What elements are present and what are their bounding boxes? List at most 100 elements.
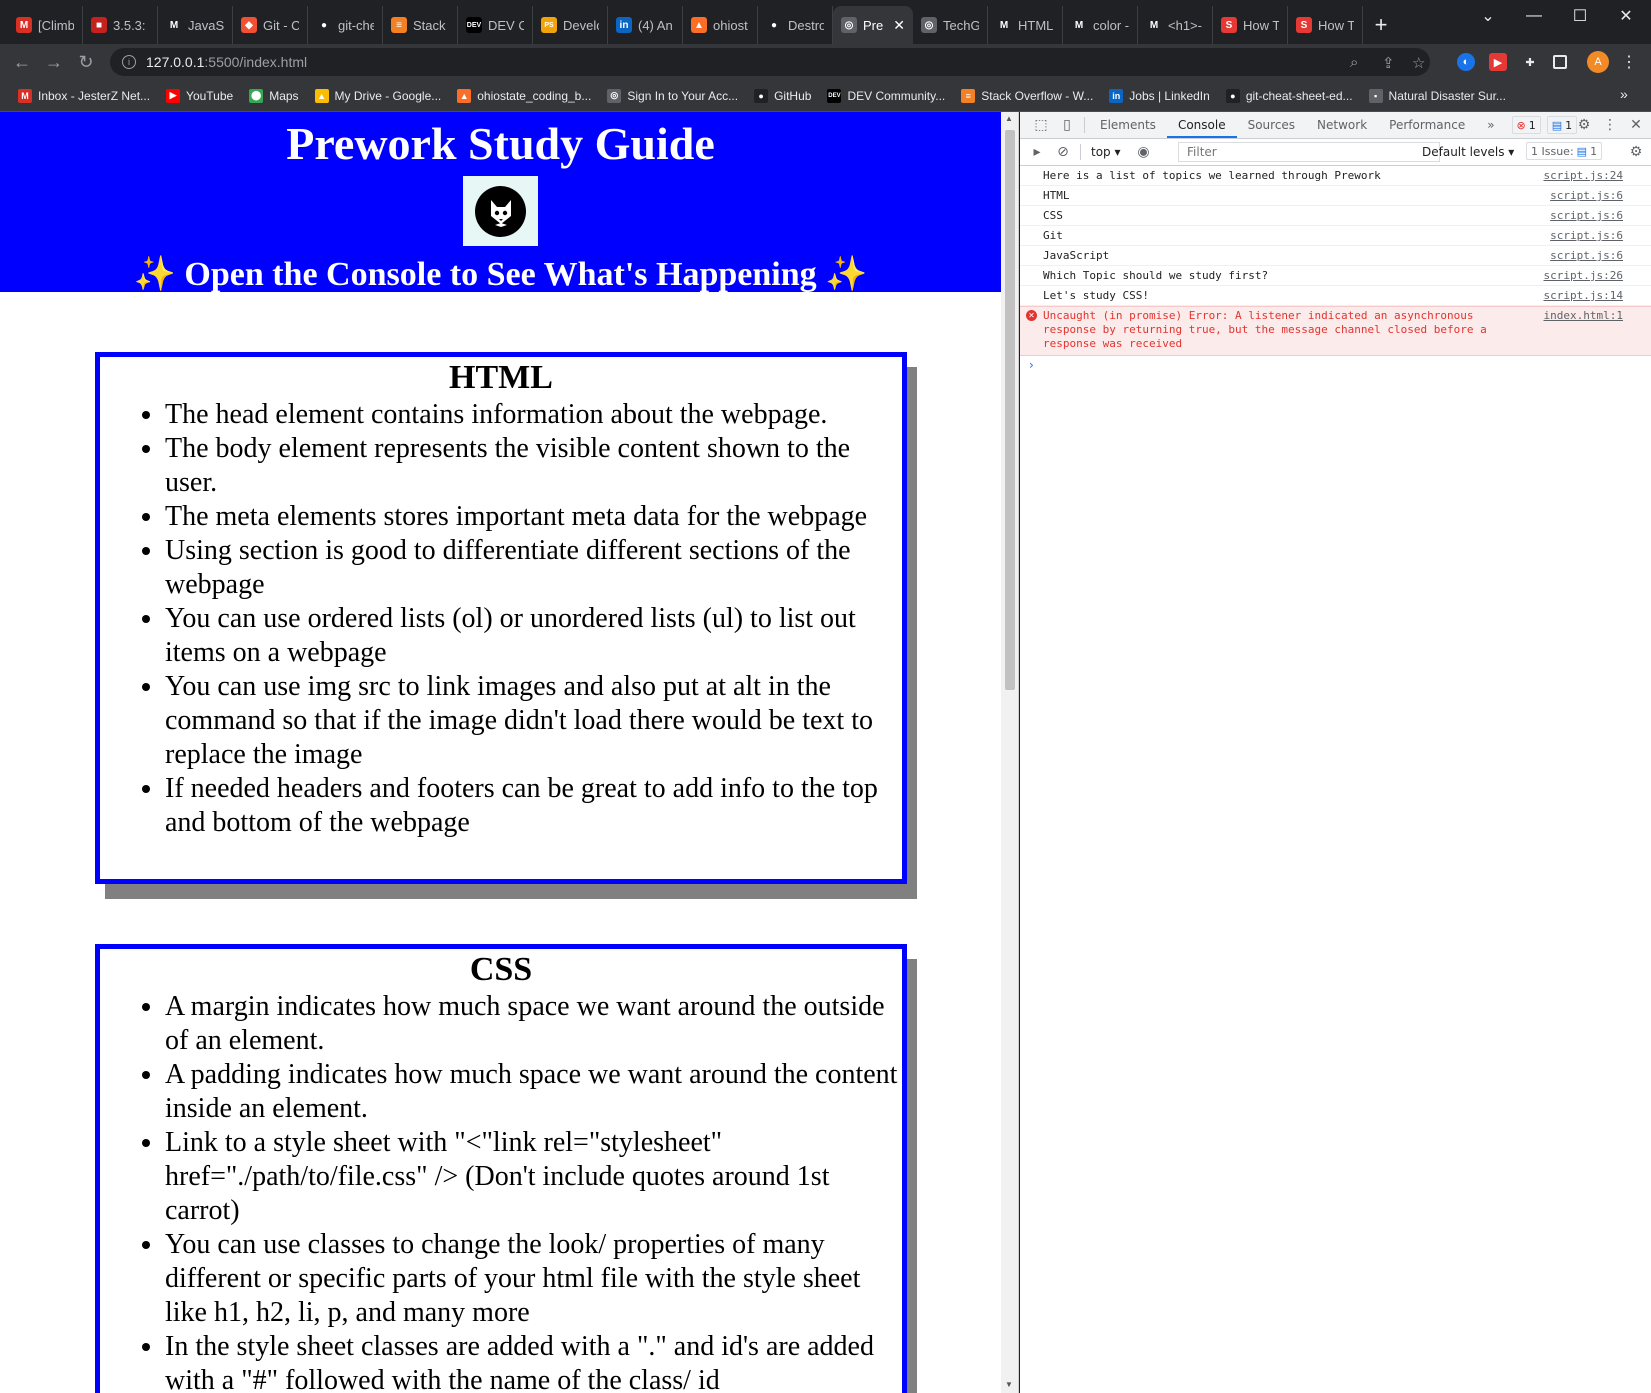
extensions-puzzle-icon[interactable]: ✚ <box>1521 53 1539 71</box>
console-prompt[interactable]: › <box>1020 356 1651 374</box>
css-topic-list: A margin indicates how much space we wan… <box>100 990 902 1393</box>
error-count-badge[interactable]: ⊗ 1 <box>1511 116 1541 134</box>
inspect-element-icon[interactable]: ⬚ <box>1028 112 1054 138</box>
minimize-button[interactable]: — <box>1511 0 1557 32</box>
password-manager-extension-icon[interactable]: ◐ <box>1457 53 1475 71</box>
browser-tab[interactable]: ● git-che <box>308 6 383 44</box>
issues-badge[interactable]: 1 Issue: ▤ 1 <box>1526 142 1603 160</box>
tab-title: ohiost <box>713 17 748 33</box>
scroll-up-arrow-icon[interactable]: ▲ <box>1005 114 1013 123</box>
close-tab-icon[interactable]: ✕ <box>893 17 905 34</box>
side-panel-icon[interactable] <box>1553 55 1567 69</box>
devtools-menu-icon[interactable]: ⋮ <box>1597 112 1623 138</box>
clear-console-icon[interactable]: ⊘ <box>1050 139 1076 165</box>
tab-search-button[interactable]: ⌄ <box>1465 0 1511 32</box>
issues-count: 1 <box>1590 144 1598 158</box>
log-source-link[interactable]: script.js:26 <box>1544 266 1623 286</box>
browser-tab[interactable]: in (4) An <box>608 6 683 44</box>
browser-tab[interactable]: M [Climb <box>8 6 83 44</box>
browser-tab[interactable]: ■ 3.5.3: C <box>83 6 158 44</box>
devtools-tab-console[interactable]: Console <box>1166 112 1237 138</box>
bookmark-star-icon[interactable]: ☆ <box>1412 54 1425 72</box>
error-text: Uncaught (in promise) Error: A listener … <box>1043 309 1487 350</box>
log-source-link[interactable]: script.js:6 <box>1550 186 1623 206</box>
browser-tab[interactable]: M HTML <box>988 6 1063 44</box>
zoom-icon[interactable]: ⌕ <box>1350 54 1358 71</box>
maximize-button[interactable]: ☐ <box>1557 0 1603 32</box>
site-info-icon[interactable]: i <box>122 55 136 69</box>
console-log-line: CSS script.js:6 <box>1020 206 1651 226</box>
address-url[interactable]: 127.0.0.1:5500/index.html <box>146 54 307 70</box>
bookmark-item[interactable]: ▲ ohiostate_coding_b... <box>449 88 599 103</box>
log-text: Let's study CSS! <box>1043 289 1149 302</box>
profile-avatar[interactable]: A <box>1587 51 1609 73</box>
console-filter-input[interactable] <box>1178 142 1440 162</box>
browser-tab[interactable]: Mcolor - <box>1063 6 1138 44</box>
logo-image <box>463 176 538 246</box>
mdn-icon: M <box>1071 17 1087 33</box>
browser-tab[interactable]: M <h1>- <box>1138 6 1213 44</box>
devtools-tab-elements[interactable]: Elements <box>1089 112 1167 138</box>
log-source-link[interactable]: script.js:6 <box>1550 206 1623 226</box>
new-tab-button[interactable]: + <box>1363 6 1399 44</box>
bookmark-item[interactable]: ⬤ Maps <box>241 88 306 103</box>
close-window-button[interactable]: ✕ <box>1603 0 1649 32</box>
bookmark-item[interactable]: ▶ YouTube <box>158 88 241 103</box>
devtools-tab-sources[interactable]: Sources <box>1237 112 1306 138</box>
context-selector[interactable]: top ▾ <box>1085 145 1127 159</box>
device-toolbar-icon[interactable]: ▯ <box>1054 112 1080 138</box>
devtools-tab-network[interactable]: Network <box>1306 112 1378 138</box>
close-devtools-icon[interactable]: ✕ <box>1623 112 1649 138</box>
bookmark-label: Natural Disaster Sur... <box>1388 88 1506 103</box>
bookmark-item[interactable]: ▲ My Drive - Google... <box>307 88 450 103</box>
browser-tab[interactable]: PS Develo <box>533 6 608 44</box>
scroll-down-arrow-icon[interactable]: ▼ <box>1005 1380 1013 1389</box>
forward-arrow-icon[interactable]: → <box>38 46 70 78</box>
bookmark-item[interactable]: ◎ Sign In to Your Acc... <box>599 88 746 103</box>
browser-tab[interactable]: ▲ ohiost <box>683 6 758 44</box>
browser-tab[interactable]: ◎ TechG <box>913 6 988 44</box>
html-topic-list: The head element contains information ab… <box>100 398 902 840</box>
bookmarks-overflow-icon[interactable]: » <box>1620 86 1628 102</box>
github-icon: ● <box>316 17 332 33</box>
screen-recorder-extension-icon[interactable]: ▶ <box>1489 53 1507 71</box>
address-bar[interactable]: i 127.0.0.1:5500/index.html ⌕ ⇪ ☆ <box>110 48 1430 76</box>
log-levels-dropdown[interactable]: Default levels ▾ <box>1422 145 1514 159</box>
live-expression-eye-icon[interactable]: ◉ <box>1131 139 1157 165</box>
bookmark-item[interactable]: in Jobs | LinkedIn <box>1101 88 1218 103</box>
tab-active[interactable]: ◎ Pre ✕ <box>833 6 913 44</box>
topic-list-item: Link to a style sheet with "<"link rel="… <box>165 1126 898 1228</box>
log-source-link[interactable]: script.js:24 <box>1544 166 1623 186</box>
log-source-link[interactable]: script.js:14 <box>1544 286 1623 306</box>
bookmark-item[interactable]: DEV DEV Community... <box>819 88 953 103</box>
bookmark-item[interactable]: ● git-cheat-sheet-ed... <box>1218 88 1361 103</box>
scrollbar-thumb[interactable] <box>1005 130 1015 690</box>
page-scrollbar[interactable]: ▲ ▼ <box>1001 112 1019 1393</box>
log-source-link[interactable]: script.js:6 <box>1550 246 1623 266</box>
bookmark-item[interactable]: ▪ Natural Disaster Sur... <box>1361 88 1514 103</box>
console-settings-gear-icon[interactable]: ⚙ <box>1623 139 1649 165</box>
browser-tab[interactable]: ◆ Git - C <box>233 6 308 44</box>
reload-icon[interactable]: ↻ <box>70 46 102 78</box>
tab-title: git-che <box>338 17 374 33</box>
browser-tab[interactable]: ● Destro <box>758 6 833 44</box>
browser-tab[interactable]: DEV DEV C <box>458 6 533 44</box>
sidebar-toggle-icon[interactable]: ▸ <box>1024 139 1050 165</box>
devtools-tab-performance[interactable]: Performance <box>1378 112 1476 138</box>
settings-gear-icon[interactable]: ⚙ <box>1571 112 1597 138</box>
bookmark-item[interactable]: ● GitHub <box>746 88 819 103</box>
browser-tab[interactable]: ≡ Stack C <box>383 6 458 44</box>
more-tabs-icon[interactable]: » <box>1476 112 1505 138</box>
bookmark-item[interactable]: ≡ Stack Overflow - W... <box>953 88 1101 103</box>
bookmark-item[interactable]: M Inbox - JesterZ Net... <box>10 88 158 103</box>
log-source-link[interactable]: script.js:6 <box>1550 226 1623 246</box>
bookmark-label: Stack Overflow - W... <box>981 88 1094 103</box>
browser-tab[interactable]: S How T <box>1213 6 1288 44</box>
share-icon[interactable]: ⇪ <box>1382 54 1395 72</box>
back-arrow-icon[interactable]: ← <box>6 46 38 78</box>
tab-title: (4) An <box>638 17 673 33</box>
menu-kebab-icon[interactable]: ⋮ <box>1620 53 1638 71</box>
browser-tab[interactable]: M JavaSc <box>158 6 233 44</box>
browser-tab[interactable]: S How T <box>1288 6 1363 44</box>
error-source-link[interactable]: index.html:1 <box>1544 309 1623 323</box>
